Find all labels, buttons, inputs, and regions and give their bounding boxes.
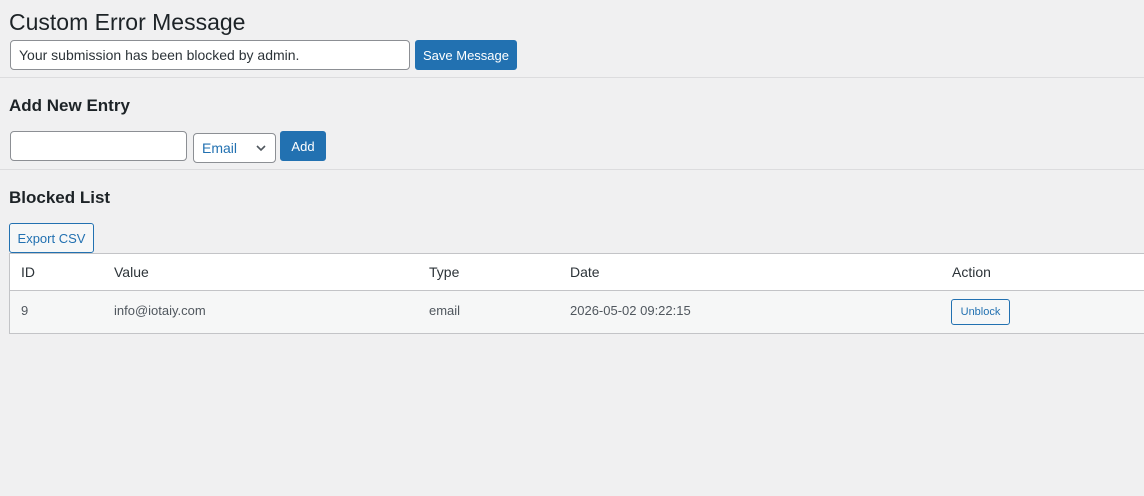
add-button[interactable]: Add — [280, 131, 326, 161]
blocked-table: ID Value Type Date Action 9 info@iotaiy.… — [9, 253, 1144, 334]
divider — [0, 77, 1144, 78]
column-header-action: Action — [952, 264, 991, 280]
column-header-value: Value — [114, 264, 149, 280]
chevron-down-icon — [256, 145, 266, 152]
error-message-value: Your submission has been blocked by admi… — [19, 47, 300, 63]
row-date: 2026-05-02 09:22:15 — [570, 303, 691, 318]
row-value: info@iotaiy.com — [114, 303, 206, 318]
table-header: ID Value Type Date Action — [10, 254, 1144, 291]
unblock-button[interactable]: Unblock — [951, 299, 1010, 325]
error-message-input[interactable]: Your submission has been blocked by admi… — [10, 40, 410, 70]
row-type: email — [429, 303, 461, 318]
save-message-button[interactable]: Save Message — [415, 40, 517, 70]
divider — [0, 169, 1144, 170]
entry-type-selected: Email — [202, 140, 238, 156]
add-entry-title: Add New Entry — [9, 96, 130, 115]
column-header-date: Date — [570, 264, 600, 280]
export-csv-button[interactable]: Export CSV — [9, 223, 94, 253]
table-row: 9 info@iotaiy.com email 2026-05-02 09:22… — [10, 291, 1144, 333]
column-header-id: ID — [21, 264, 35, 280]
page: Custom Error Message Your submission has… — [0, 0, 1144, 496]
blocked-list-title: Blocked List — [9, 188, 111, 207]
entry-type-select[interactable]: Email — [193, 133, 276, 163]
row-id: 9 — [21, 303, 29, 318]
page-title: Custom Error Message — [9, 9, 246, 35]
entry-value-input[interactable] — [10, 131, 187, 161]
column-header-type: Type — [429, 264, 460, 280]
